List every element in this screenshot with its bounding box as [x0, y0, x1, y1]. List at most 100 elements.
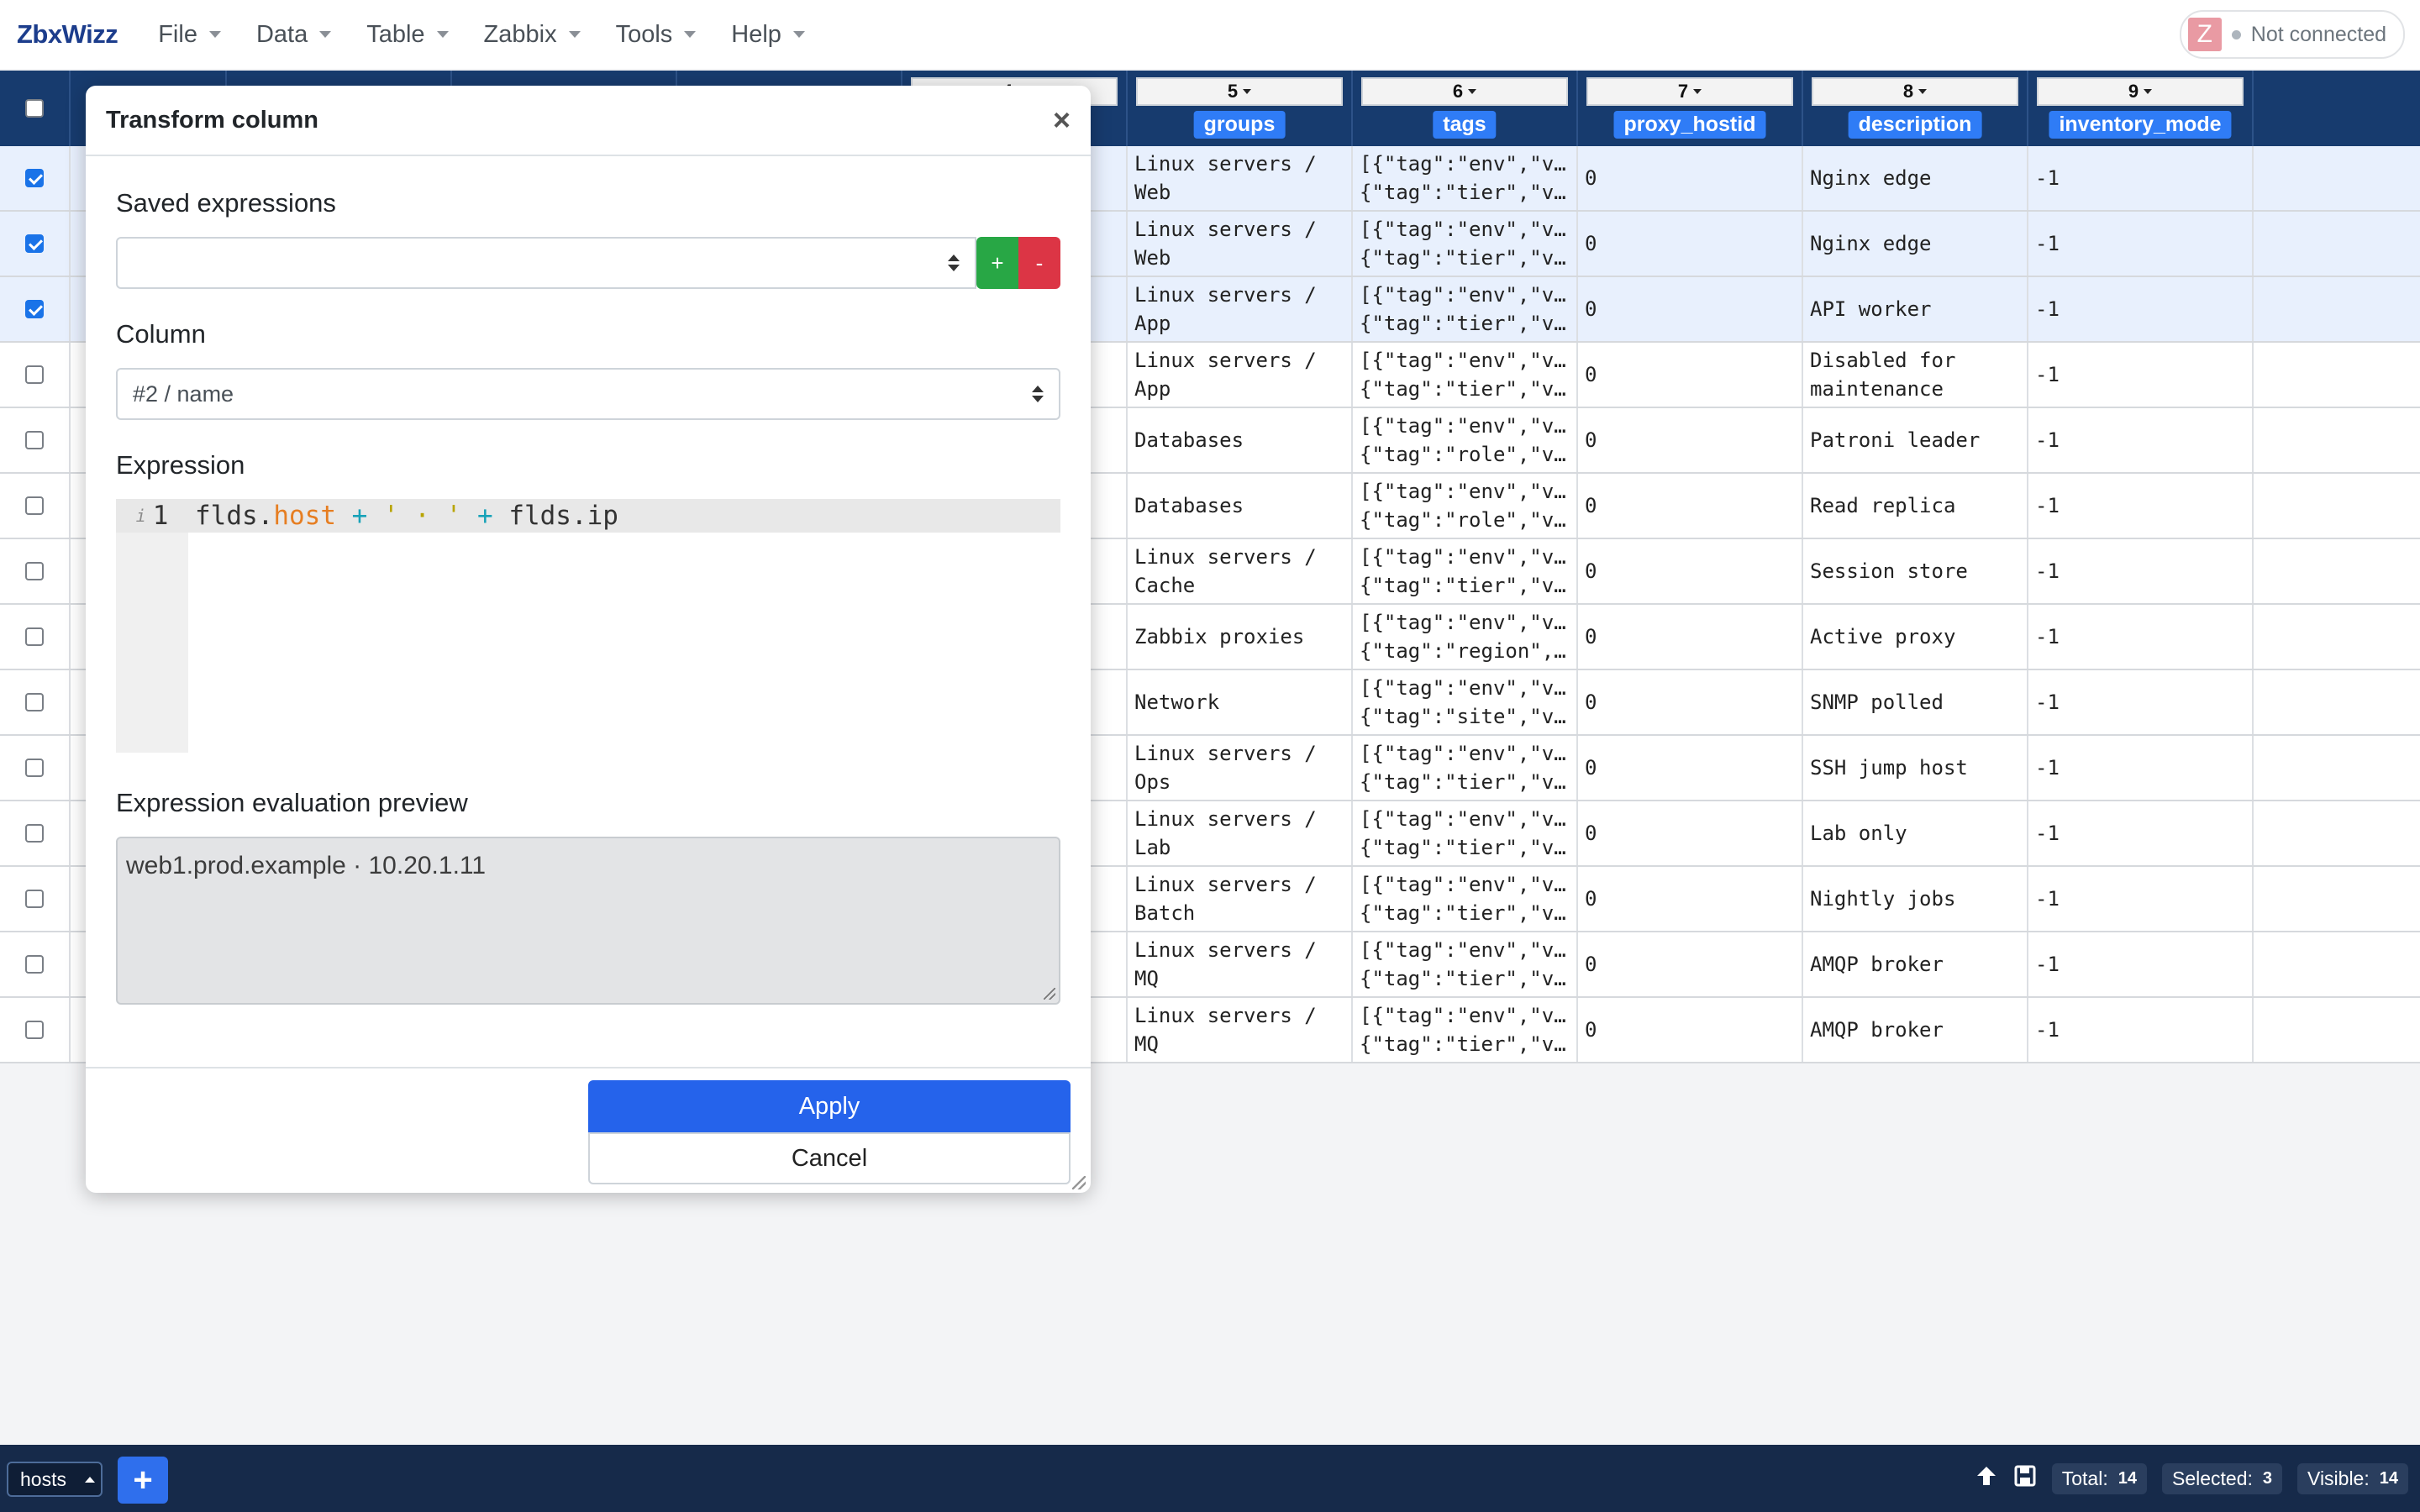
- row-select-cell[interactable]: [0, 998, 71, 1062]
- cell-groups[interactable]: Linux servers / Web: [1128, 212, 1353, 276]
- menu-help[interactable]: Help: [716, 21, 825, 49]
- row-select-cell[interactable]: [0, 146, 71, 210]
- row-select-cell[interactable]: [0, 670, 71, 734]
- cell-description[interactable]: Patroni leader: [1803, 408, 2028, 472]
- cell-groups[interactable]: Network: [1128, 670, 1353, 734]
- row-checkbox[interactable]: [25, 759, 44, 777]
- row-checkbox[interactable]: [25, 627, 44, 646]
- cell-proxy-hostid[interactable]: 0: [1578, 932, 1803, 996]
- column-name[interactable]: groups: [1193, 111, 1286, 139]
- row-select-cell[interactable]: [0, 801, 71, 865]
- cell-proxy-hostid[interactable]: 0: [1578, 670, 1803, 734]
- cell-description[interactable]: Lab only: [1803, 801, 2028, 865]
- row-checkbox[interactable]: [25, 431, 44, 449]
- cell-description[interactable]: API worker: [1803, 277, 2028, 341]
- cell-tags[interactable]: [{"tag":"env","v… {"tag":"tier","v…: [1353, 343, 1578, 407]
- save-icon[interactable]: [2013, 1464, 2037, 1494]
- menu-data[interactable]: Data: [241, 21, 351, 49]
- cell-groups[interactable]: Databases: [1128, 408, 1353, 472]
- cell-description[interactable]: SNMP polled: [1803, 670, 2028, 734]
- cell-inventory-mode[interactable]: -1: [2028, 539, 2254, 603]
- cell-groups[interactable]: Linux servers / Cache: [1128, 539, 1353, 603]
- cell-tags[interactable]: [{"tag":"env","v… {"tag":"role","v…: [1353, 474, 1578, 538]
- row-select-cell[interactable]: [0, 343, 71, 407]
- cell-tags[interactable]: [{"tag":"env","v… {"tag":"tier","v…: [1353, 212, 1578, 276]
- cell-inventory-mode[interactable]: -1: [2028, 670, 2254, 734]
- connection-status[interactable]: Z Not connected: [2179, 10, 2405, 59]
- column-number-button[interactable]: 9: [2037, 77, 2244, 106]
- cell-inventory-mode[interactable]: -1: [2028, 801, 2254, 865]
- cell-proxy-hostid[interactable]: 0: [1578, 801, 1803, 865]
- caret-up-icon[interactable]: [84, 1476, 95, 1483]
- cell-description[interactable]: SSH jump host: [1803, 736, 2028, 800]
- cell-inventory-mode[interactable]: -1: [2028, 408, 2254, 472]
- row-select-cell[interactable]: [0, 932, 71, 996]
- column-number-button[interactable]: 6: [1361, 77, 1568, 106]
- row-checkbox[interactable]: [25, 1021, 44, 1039]
- cell-groups[interactable]: Linux servers / Web: [1128, 146, 1353, 210]
- cell-inventory-mode[interactable]: -1: [2028, 343, 2254, 407]
- cell-description[interactable]: Nginx edge: [1803, 212, 2028, 276]
- cell-tags[interactable]: [{"tag":"env","v… {"tag":"tier","v…: [1353, 998, 1578, 1062]
- row-checkbox[interactable]: [25, 562, 44, 580]
- cell-groups[interactable]: Linux servers / App: [1128, 343, 1353, 407]
- row-checkbox[interactable]: [25, 955, 44, 974]
- cell-groups[interactable]: Linux servers / Ops: [1128, 736, 1353, 800]
- column-header-inventory_mode[interactable]: 9 inventory_mode: [2028, 71, 2254, 146]
- cell-tags[interactable]: [{"tag":"env","v… {"tag":"tier","v…: [1353, 736, 1578, 800]
- cell-proxy-hostid[interactable]: 0: [1578, 605, 1803, 669]
- row-select-cell[interactable]: [0, 539, 71, 603]
- cell-tags[interactable]: [{"tag":"env","v… {"tag":"tier","v…: [1353, 146, 1578, 210]
- cell-tags[interactable]: [{"tag":"env","v… {"tag":"site","v…: [1353, 670, 1578, 734]
- remove-expression-button[interactable]: -: [1018, 237, 1060, 289]
- close-icon[interactable]: ×: [1053, 102, 1071, 138]
- row-checkbox[interactable]: [25, 234, 44, 253]
- cell-description[interactable]: Session store: [1803, 539, 2028, 603]
- row-checkbox[interactable]: [25, 824, 44, 843]
- cell-tags[interactable]: [{"tag":"env","v… {"tag":"role","v…: [1353, 408, 1578, 472]
- row-checkbox[interactable]: [25, 496, 44, 515]
- row-checkbox[interactable]: [25, 365, 44, 384]
- row-select-cell[interactable]: [0, 736, 71, 800]
- cell-groups[interactable]: Zabbix proxies: [1128, 605, 1353, 669]
- cell-inventory-mode[interactable]: -1: [2028, 474, 2254, 538]
- cell-proxy-hostid[interactable]: 0: [1578, 998, 1803, 1062]
- cell-proxy-hostid[interactable]: 0: [1578, 474, 1803, 538]
- sheet-tab-hosts[interactable]: hosts: [7, 1462, 103, 1497]
- menu-zabbix[interactable]: Zabbix: [469, 21, 601, 49]
- preview-output[interactable]: web1.prod.example · 10.20.1.11: [116, 837, 1060, 1005]
- row-checkbox[interactable]: [25, 693, 44, 711]
- row-select-cell[interactable]: [0, 474, 71, 538]
- cell-proxy-hostid[interactable]: 0: [1578, 212, 1803, 276]
- cell-proxy-hostid[interactable]: 0: [1578, 867, 1803, 931]
- column-header-description[interactable]: 8 description: [1803, 71, 2028, 146]
- row-select-cell[interactable]: [0, 277, 71, 341]
- cell-proxy-hostid[interactable]: 0: [1578, 736, 1803, 800]
- cell-groups[interactable]: Linux servers / App: [1128, 277, 1353, 341]
- row-checkbox[interactable]: [25, 890, 44, 908]
- cancel-button[interactable]: Cancel: [588, 1132, 1071, 1184]
- cell-description[interactable]: AMQP broker: [1803, 932, 2028, 996]
- column-name[interactable]: tags: [1433, 111, 1497, 139]
- row-select-cell[interactable]: [0, 212, 71, 276]
- row-checkbox[interactable]: [25, 169, 44, 187]
- row-select-cell[interactable]: [0, 408, 71, 472]
- cell-inventory-mode[interactable]: -1: [2028, 867, 2254, 931]
- menu-tools[interactable]: Tools: [601, 21, 717, 49]
- cell-inventory-mode[interactable]: -1: [2028, 998, 2254, 1062]
- cell-proxy-hostid[interactable]: 0: [1578, 277, 1803, 341]
- column-name[interactable]: proxy_hostid: [1613, 111, 1766, 139]
- apply-button[interactable]: Apply: [588, 1080, 1071, 1132]
- menu-file[interactable]: File: [143, 21, 241, 49]
- cell-description[interactable]: Nginx edge: [1803, 146, 2028, 210]
- cell-proxy-hostid[interactable]: 0: [1578, 343, 1803, 407]
- row-select-cell[interactable]: [0, 605, 71, 669]
- expression-code[interactable]: flds.host + ' · ' + flds.ip: [188, 501, 618, 531]
- row-checkbox[interactable]: [25, 300, 44, 318]
- column-number-button[interactable]: 8: [1812, 77, 2018, 106]
- dialog-resize-grip-icon[interactable]: [1072, 1176, 1086, 1189]
- column-name[interactable]: inventory_mode: [2049, 111, 2232, 139]
- cell-tags[interactable]: [{"tag":"env","v… {"tag":"tier","v…: [1353, 539, 1578, 603]
- expression-editor[interactable]: i 1 flds.host + ' · ' + flds.ip: [116, 499, 1060, 753]
- cell-groups[interactable]: Linux servers / MQ: [1128, 932, 1353, 996]
